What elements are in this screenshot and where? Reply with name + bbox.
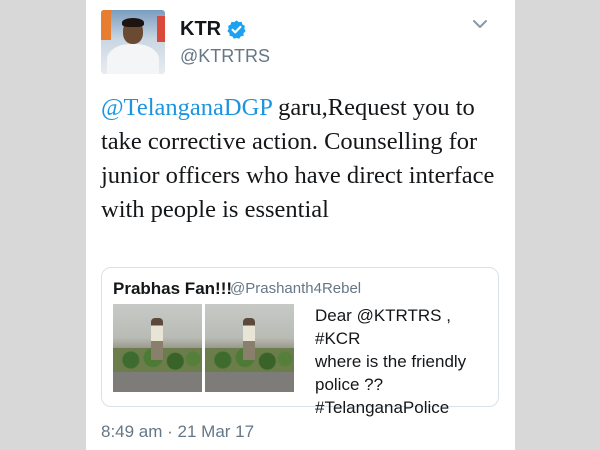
author-name[interactable]: KTR <box>180 18 221 41</box>
quoted-text-line: police ?? <box>315 375 384 394</box>
tweet-card: KTR @KTRTRS @TelanganaDGP garu,Request y… <box>86 0 515 450</box>
quoted-photo-2[interactable] <box>205 304 294 392</box>
quoted-text-line: where is the friendly <box>315 352 467 371</box>
author-handle[interactable]: @KTRTRS <box>180 46 270 67</box>
chevron-down-icon[interactable] <box>472 18 488 30</box>
quoted-tweet[interactable]: Prabhas Fan!!! @Prashanth4Rebel Dear @KT… <box>101 267 499 417</box>
quoted-text-line: #TelanganaPolice <box>315 398 450 417</box>
quoted-author-name[interactable]: Prabhas Fan!!! <box>113 279 232 299</box>
mention-link[interactable]: @TelanganaDGP <box>101 94 272 121</box>
left-margin <box>0 0 86 450</box>
tweet-timestamp[interactable]: 8:49 am · 21 Mar 17 <box>101 422 254 442</box>
quoted-photo-1[interactable] <box>113 304 202 392</box>
verified-badge-icon <box>227 20 246 39</box>
quoted-tweet-text: Dear @KTRTRS , #KCR where is the friendl… <box>315 304 495 419</box>
right-margin <box>515 0 600 450</box>
quoted-text-line: Dear @KTRTRS , #KCR <box>315 306 451 348</box>
tweet-text: @TelanganaDGP garu,Request you to take c… <box>101 91 506 227</box>
quoted-author-handle[interactable]: @Prashanth4Rebel <box>230 280 361 297</box>
author-avatar[interactable] <box>101 10 165 74</box>
